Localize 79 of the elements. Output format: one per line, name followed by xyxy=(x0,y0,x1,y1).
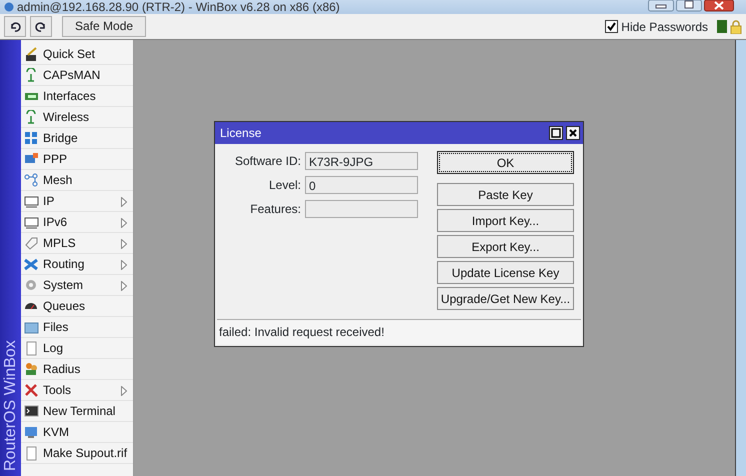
document-icon xyxy=(24,340,39,356)
document-icon xyxy=(24,446,39,460)
menu-item-label: Wireless xyxy=(43,109,90,126)
menu-item-label: KVM xyxy=(43,424,70,441)
padlock-icon xyxy=(730,20,742,34)
menu-item[interactable]: Interfaces xyxy=(21,86,133,107)
menu-item-label: Radius xyxy=(43,361,80,378)
terminal-icon xyxy=(24,404,39,418)
undo-button[interactable] xyxy=(4,16,26,37)
menu-item[interactable]: MPLS xyxy=(21,233,133,254)
status-square-icon xyxy=(717,20,727,33)
menu-item-label: Log xyxy=(43,340,64,357)
field-label: Features: xyxy=(249,201,302,218)
tag-icon xyxy=(24,236,39,250)
dialog-button[interactable]: Export Key... xyxy=(437,235,574,258)
menu-item-label: CAPsMAN xyxy=(43,67,100,84)
menu-item-label: Queues xyxy=(43,298,86,315)
dialog-button[interactable]: OK xyxy=(437,151,574,174)
hide-passwords-label: Hide Passwords xyxy=(621,18,708,36)
input-field[interactable] xyxy=(305,200,418,218)
menu-item[interactable]: System xyxy=(21,275,133,296)
redo-button[interactable] xyxy=(30,16,52,37)
menu-item-label: PPP xyxy=(43,151,68,168)
menu-item-label: Interfaces xyxy=(43,88,96,105)
menu-item-label: Bridge xyxy=(43,130,78,147)
people-icon xyxy=(24,362,39,376)
maximize-icon[interactable] xyxy=(549,126,563,140)
input-field[interactable]: 0 xyxy=(305,176,418,194)
menu-item-label: Quick Set xyxy=(43,46,96,63)
menu-item[interactable]: New Terminal xyxy=(21,401,133,422)
checkbox[interactable] xyxy=(605,20,618,33)
maximize-icon[interactable] xyxy=(676,0,702,12)
menu-item[interactable]: Routing xyxy=(21,254,133,275)
field-label: Software ID: xyxy=(234,153,302,170)
menu-item[interactable]: KVM xyxy=(21,422,133,443)
dialog-button[interactable]: Upgrade/Get New Key... xyxy=(437,287,574,310)
nodes-icon xyxy=(24,172,39,188)
status-message: failed: Invalid request received! xyxy=(217,319,581,344)
menu-item[interactable]: Mesh xyxy=(21,170,133,191)
window-title: admin@192.168.28.90 (RTR-2) - WinBox v6.28 on x86 (x86) xyxy=(17,0,340,14)
menu-item[interactable]: IPv6 xyxy=(21,212,133,233)
redo-icon xyxy=(35,20,47,33)
app-icon xyxy=(4,2,14,12)
menu-item[interactable]: Bridge xyxy=(21,128,133,149)
folder-icon xyxy=(24,320,39,334)
brand-label: RouterOS WinBox xyxy=(1,339,20,471)
menu-item-label: Mesh xyxy=(43,172,72,189)
computer-icon xyxy=(24,424,39,440)
dialog-title: License xyxy=(220,125,262,142)
minimize-icon[interactable] xyxy=(648,0,674,12)
menu-item-label: Routing xyxy=(43,256,84,273)
menu-item-label: New Terminal xyxy=(43,403,116,420)
menu-item[interactable]: CAPsMAN xyxy=(21,65,133,86)
menu-item[interactable]: Quick Set xyxy=(21,44,133,65)
safe-mode-button[interactable]: Safe Mode xyxy=(62,16,146,37)
menu-item[interactable]: PPP xyxy=(21,149,133,170)
menu-item-label: Files xyxy=(43,319,68,336)
menu-item[interactable]: Wireless xyxy=(21,107,133,128)
menu-item[interactable]: Files xyxy=(21,317,133,338)
menu-item[interactable]: Log xyxy=(21,338,133,359)
menu-item-label: Tools xyxy=(43,382,72,399)
input-field[interactable]: K73R-9JPG xyxy=(305,152,418,170)
menu-item[interactable]: Radius xyxy=(21,359,133,380)
menu-item-label: IPv6 xyxy=(43,214,68,231)
undo-icon xyxy=(9,20,21,33)
menu-item-label: MPLS xyxy=(43,235,76,252)
menu-item[interactable]: Make Supout.rif xyxy=(21,443,133,464)
menu-item-label: System xyxy=(43,277,84,294)
menu-item-label: Make Supout.rif xyxy=(43,445,128,462)
dialog-button[interactable]: Import Key... xyxy=(437,209,574,232)
close-icon[interactable] xyxy=(566,126,580,140)
menu-item[interactable]: IP xyxy=(21,191,133,212)
close-icon[interactable] xyxy=(704,0,734,12)
menu-item-label: IP xyxy=(43,193,54,210)
field-label: Level: xyxy=(268,177,302,194)
menu-item[interactable]: Tools xyxy=(21,380,133,401)
menu-item[interactable]: Queues xyxy=(21,296,133,317)
dialog-button[interactable]: Paste Key xyxy=(437,183,574,206)
dialog-button[interactable]: Update License Key xyxy=(437,261,574,284)
